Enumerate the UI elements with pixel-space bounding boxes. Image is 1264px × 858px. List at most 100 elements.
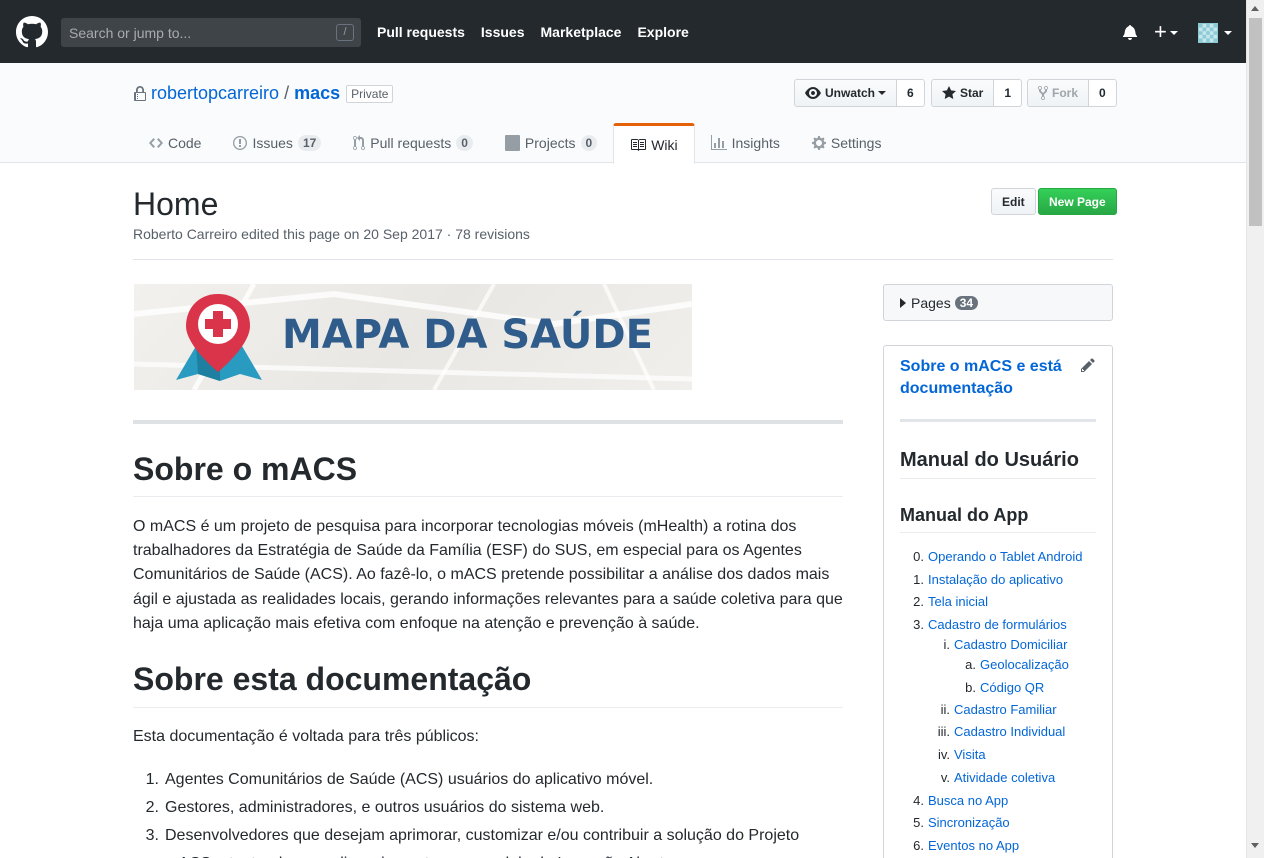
- toc-item-link[interactable]: Atividade coletiva: [954, 770, 1055, 785]
- tab-settings[interactable]: Settings: [796, 123, 898, 163]
- nav-issues[interactable]: Issues: [481, 24, 525, 40]
- pencil-icon[interactable]: [1081, 357, 1095, 373]
- triangle-right-icon: [900, 297, 906, 308]
- vertical-scrollbar[interactable]: [1246, 0, 1264, 858]
- toc-item-number: 0.: [913, 549, 924, 564]
- sidebar-title-link[interactable]: Sobre o mACS e está documentação: [900, 356, 1070, 400]
- divider: [900, 478, 1096, 479]
- path-separator: /: [284, 83, 290, 103]
- nav-explore[interactable]: Explore: [637, 24, 688, 40]
- graph-icon: [710, 135, 727, 150]
- tab-wiki-label: Wiki: [651, 136, 678, 153]
- fork-label: Fork: [1052, 86, 1079, 100]
- github-logo-icon[interactable]: [16, 16, 48, 48]
- forks-count[interactable]: 0: [1089, 79, 1117, 107]
- star-button[interactable]: Star: [931, 79, 995, 107]
- tab-pull-requests-label: Pull requests: [370, 135, 452, 151]
- watchers-count[interactable]: 6: [897, 79, 925, 107]
- sidebar-toc-item: 0. Operando o Tablet Android: [900, 549, 1082, 564]
- toc-item-link[interactable]: Cadastro Familiar: [954, 702, 1057, 717]
- issues-counter: 17: [297, 135, 322, 151]
- star-button-group: Star 1: [931, 79, 1023, 107]
- search-input[interactable]: [61, 18, 331, 47]
- stargazers-count[interactable]: 1: [994, 79, 1023, 107]
- edit-button[interactable]: Edit: [991, 188, 1036, 215]
- toc-item-link[interactable]: Eventos no App: [928, 838, 1019, 853]
- search-shortcut-hint: /: [336, 24, 354, 41]
- toc-item-link[interactable]: Cadastro Domiciliar: [954, 637, 1067, 652]
- divider: [133, 496, 843, 497]
- issue-icon: [233, 136, 248, 150]
- repo-header: robertopcarreiro / macs Private Unwatch …: [0, 63, 1246, 164]
- sidebar-heading-manual-usuario: Manual do Usuário: [900, 449, 1079, 471]
- scrollbar-thumb[interactable]: [1249, 18, 1262, 226]
- project-icon: [504, 135, 520, 151]
- tab-insights[interactable]: Insights: [695, 123, 796, 163]
- toc-item-number: ii.: [940, 702, 950, 717]
- toc-item-number: i.: [943, 637, 951, 652]
- toc-item-link[interactable]: Cadastro Individual: [954, 724, 1065, 739]
- toc-item-link[interactable]: Operando o Tablet Android: [928, 549, 1082, 564]
- search-box[interactable]: /: [61, 18, 361, 47]
- sidebar-toc-item: 6. Eventos no App: [900, 838, 1019, 853]
- tab-insights-label: Insights: [731, 135, 780, 151]
- divider: [900, 532, 1096, 533]
- wiki-sidebar: Sobre o mACS e está documentação Manual …: [883, 345, 1113, 858]
- tab-wiki[interactable]: Wiki: [613, 123, 695, 164]
- pull-requests-counter: 0: [456, 135, 473, 151]
- toc-item-link[interactable]: Sincronização: [928, 815, 1010, 830]
- eye-icon: [805, 87, 821, 99]
- toc-item-number: 5.: [913, 815, 924, 830]
- list-item: 3. Desenvolvedores que desejam aprimorar,…: [145, 827, 800, 844]
- toc-item-link[interactable]: Instalação do aplicativo: [928, 572, 1063, 587]
- toc-item-number: 3.: [913, 617, 924, 632]
- avatar[interactable]: [1198, 23, 1218, 43]
- sidebar-toc-item: v. Atividade coletiva: [926, 770, 1055, 785]
- fork-button[interactable]: Fork: [1027, 79, 1090, 107]
- toc-item-link[interactable]: Código QR: [980, 680, 1044, 695]
- sidebar-toc-item: b. Código QR: [952, 680, 1044, 695]
- unwatch-button[interactable]: Unwatch: [794, 79, 898, 107]
- nav-pull-requests[interactable]: Pull requests: [377, 24, 465, 40]
- toc-item-number: iv.: [937, 747, 950, 762]
- repo-name-link[interactable]: macs: [294, 83, 340, 104]
- new-page-button[interactable]: New Page: [1038, 188, 1117, 215]
- toc-item-link[interactable]: Busca no App: [928, 793, 1008, 808]
- toc-item-link[interactable]: Cadastro de formulários: [928, 617, 1067, 632]
- bell-icon[interactable]: [1122, 24, 1138, 40]
- watch-button-group: Unwatch 6: [794, 79, 925, 107]
- tab-settings-label: Settings: [830, 135, 882, 151]
- global-header: / Pull requests Issues Marketplace Explo…: [0, 0, 1246, 63]
- audience-list: 1. Agentes Comunitários de Saúde (ACS) us…: [133, 766, 848, 858]
- chevron-down-icon: [1169, 31, 1178, 36]
- repo-nav: Code Issues 17 Pull requests 0 Projects …: [133, 123, 898, 164]
- scroll-up-arrow-icon[interactable]: [1251, 6, 1259, 11]
- page-title: Home: [133, 186, 219, 222]
- tab-issues[interactable]: Issues 17: [217, 123, 337, 163]
- toc-item-link[interactable]: Geolocalização: [980, 657, 1069, 672]
- toc-item-link[interactable]: Tela inicial: [928, 594, 988, 609]
- sidebar-heading-manual-app: Manual do App: [900, 505, 1029, 525]
- sidebar-toc-item: 3. Cadastro de formulários: [900, 617, 1067, 632]
- toc-item-link[interactable]: Visita: [954, 747, 986, 762]
- nav-marketplace[interactable]: Marketplace: [541, 24, 622, 40]
- divider: [133, 259, 1113, 260]
- tab-pull-requests[interactable]: Pull requests 0: [337, 123, 489, 163]
- create-new-button[interactable]: +: [1154, 21, 1178, 43]
- repo-owner-link[interactable]: robertopcarreiro: [151, 83, 279, 104]
- list-item: 2. Gestores, administradores, e outros us…: [145, 799, 605, 816]
- pages-toggle[interactable]: Pages 34: [883, 284, 1113, 321]
- tab-code-label: Code: [168, 135, 202, 151]
- sidebar-toc-item: a. Geolocalização: [952, 657, 1069, 672]
- toc-item-number: 4.: [913, 793, 924, 808]
- tab-projects[interactable]: Projects 0: [489, 123, 613, 163]
- divider: [133, 420, 843, 424]
- scroll-down-arrow-icon[interactable]: [1251, 843, 1259, 848]
- fork-icon: [1038, 85, 1048, 101]
- tab-code[interactable]: Code: [133, 123, 217, 163]
- list-item: mACS, atentando-se ao licenciamento e ao…: [133, 850, 848, 858]
- avatar-chevron-down-icon[interactable]: [1224, 31, 1232, 35]
- sidebar-toc-item: i. Cadastro Domiciliar: [926, 637, 1068, 652]
- gear-icon: [811, 136, 826, 150]
- toc-item-number: 6.: [913, 838, 924, 853]
